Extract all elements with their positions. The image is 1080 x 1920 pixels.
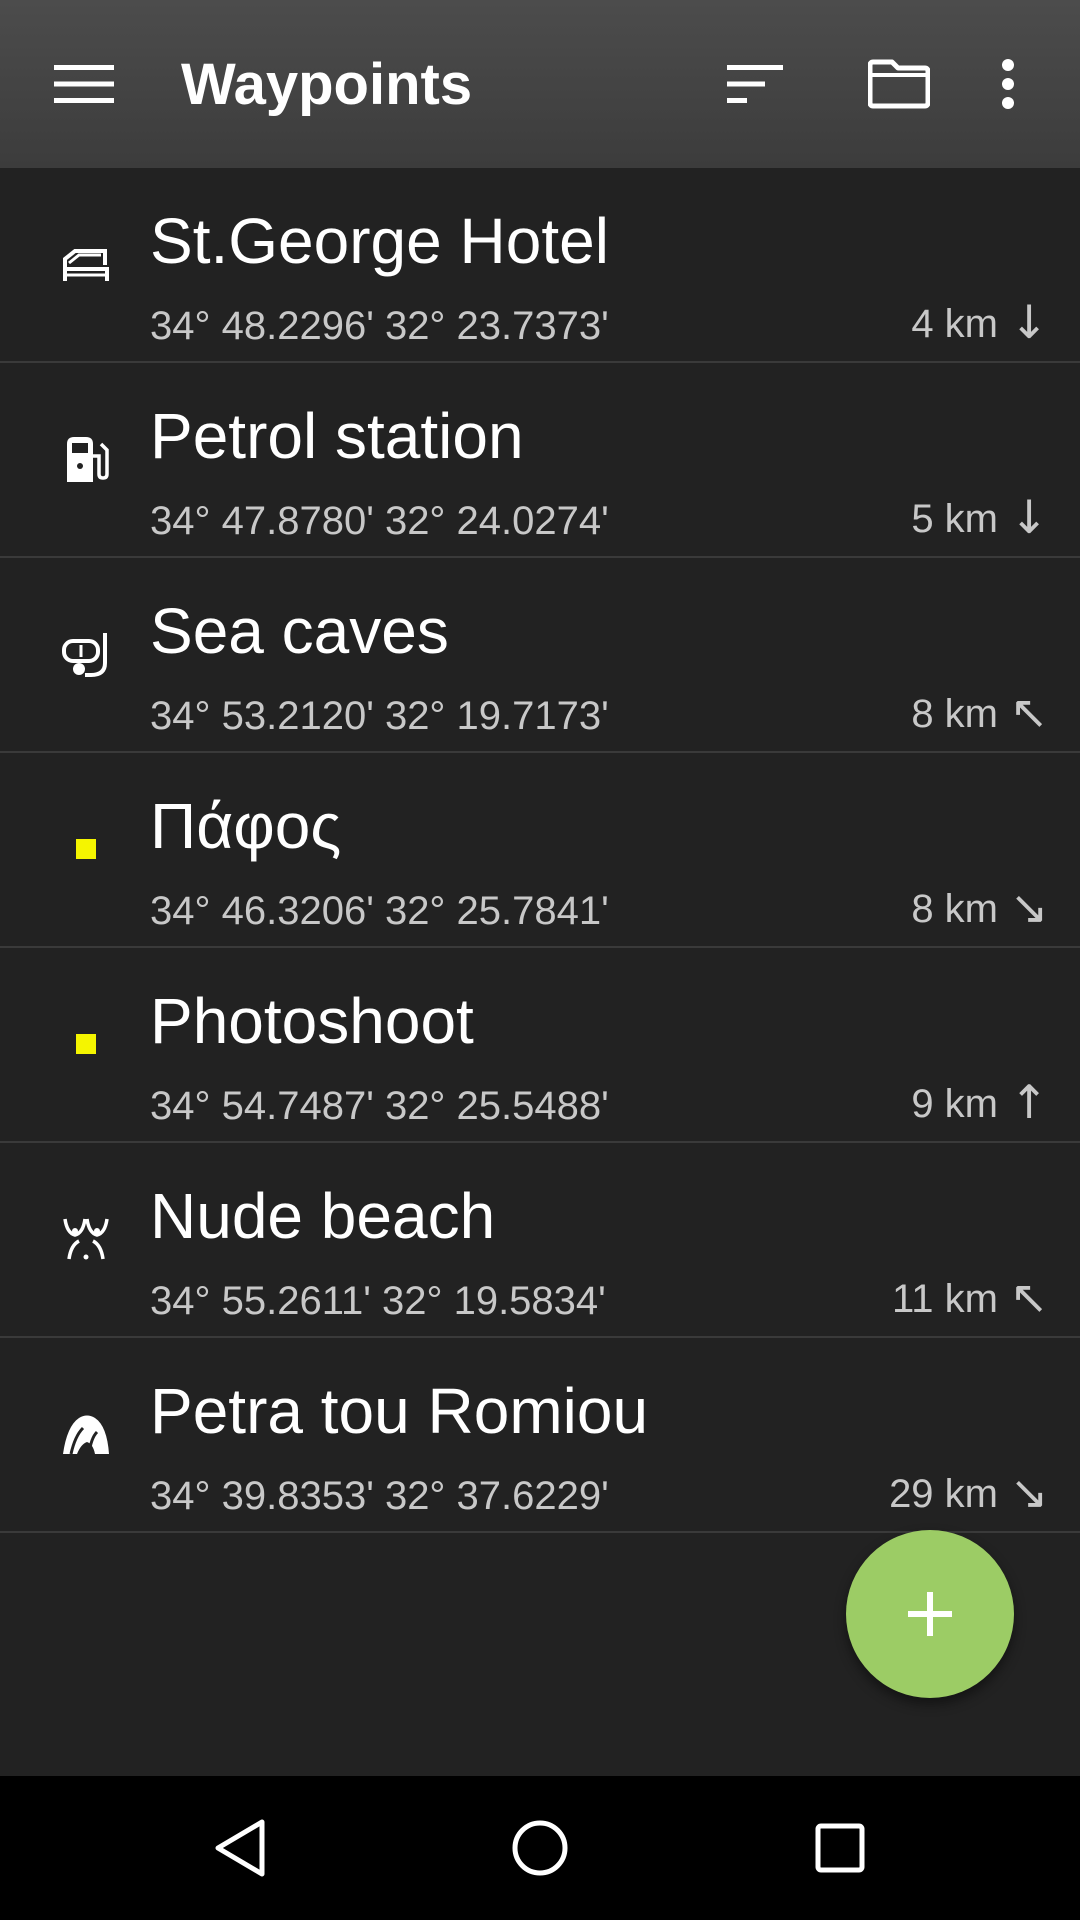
waypoint-row[interactable]: Petra tou Romiou 34° 39.8353' 32° 37.622… — [0, 1338, 1080, 1533]
waypoint-row[interactable]: St.George Hotel 34° 48.2296' 32° 23.7373… — [0, 168, 1080, 363]
folder-icon[interactable] — [849, 34, 949, 134]
waypoint-coords: 34° 47.8780' 32° 24.0274' — [150, 499, 609, 543]
more-vert-icon[interactable] — [958, 34, 1058, 134]
waypoint-coords: 34° 46.3206' 32° 25.7841' — [150, 889, 609, 933]
home-icon[interactable] — [490, 1798, 590, 1898]
snorkel-mask-icon — [58, 626, 114, 682]
waypoint-name: Petra tou Romiou — [150, 1375, 649, 1447]
direction-arrow-icon: ↘ — [1009, 1465, 1049, 1519]
direction-arrow-icon: ↓ — [1009, 490, 1049, 544]
waypoint-row[interactable]: Photoshoot 34° 54.7487' 32° 25.5488' 9 k… — [0, 948, 1080, 1143]
plus-icon — [908, 1592, 952, 1636]
waypoint-name: Nude beach — [150, 1180, 496, 1252]
waypoint-coords: 34° 48.2296' 32° 23.7373' — [150, 304, 609, 348]
waypoint-distance: 9 km — [911, 1082, 998, 1126]
yellow-square-icon — [58, 821, 114, 877]
fuel-pump-icon — [58, 431, 114, 487]
waypoint-name: St.George Hotel — [150, 205, 609, 277]
waypoint-coords: 34° 53.2120' 32° 19.7173' — [150, 694, 609, 738]
waypoint-distance: 5 km — [911, 497, 998, 541]
add-waypoint-button[interactable] — [846, 1530, 1014, 1698]
recents-icon[interactable] — [790, 1798, 890, 1898]
waypoint-coords: 34° 54.7487' 32° 25.5488' — [150, 1084, 609, 1128]
sort-icon[interactable] — [705, 34, 805, 134]
waypoint-row[interactable]: Sea caves 34° 53.2120' 32° 19.7173' 8 km… — [0, 558, 1080, 753]
back-icon[interactable] — [190, 1798, 290, 1898]
app-toolbar: Waypoints — [0, 0, 1080, 168]
waypoint-row[interactable]: Πάφος 34° 46.3206' 32° 25.7841' 8 km ↘ — [0, 753, 1080, 948]
waypoint-distance: 8 km — [911, 692, 998, 736]
waypoint-coords: 34° 55.2611' 32° 19.5834' — [150, 1279, 606, 1323]
direction-arrow-icon: ↖ — [1009, 1270, 1049, 1324]
direction-arrow-icon: ↖ — [1009, 685, 1049, 739]
waypoint-name: Πάφος — [150, 790, 342, 862]
page-title: Waypoints — [181, 52, 473, 117]
waypoint-distance: 4 km — [911, 302, 998, 346]
waypoint-row[interactable]: Nude beach 34° 55.2611' 32° 19.5834' 11 … — [0, 1143, 1080, 1338]
waypoint-coords: 34° 39.8353' 32° 37.6229' — [150, 1474, 609, 1518]
yellow-square-icon — [58, 1016, 114, 1072]
direction-arrow-icon: ↓ — [1009, 295, 1049, 349]
waypoint-distance: 29 km — [889, 1472, 998, 1516]
hamburger-menu-icon[interactable] — [34, 34, 134, 134]
waypoint-distance: 11 km — [892, 1277, 998, 1321]
waypoint-row[interactable]: Petrol station 34° 47.8780' 32° 24.0274'… — [0, 363, 1080, 558]
direction-arrow-icon: ↘ — [1009, 880, 1049, 934]
waypoint-name: Photoshoot — [150, 985, 474, 1057]
waypoints-screen: Waypoints St.George Hotel 34° 48.2296' 3… — [0, 0, 1080, 1920]
waypoint-distance: 8 km — [911, 887, 998, 931]
direction-arrow-icon: ↑ — [1009, 1075, 1049, 1129]
waypoint-name: Petrol station — [150, 400, 524, 472]
rock-icon — [58, 1406, 114, 1462]
waypoint-name: Sea caves — [150, 595, 449, 667]
waypoint-list: St.George Hotel 34° 48.2296' 32° 23.7373… — [0, 168, 1080, 1533]
bed-icon — [58, 236, 114, 292]
system-nav-bar — [0, 1776, 1080, 1920]
nude-beach-icon — [58, 1211, 114, 1267]
